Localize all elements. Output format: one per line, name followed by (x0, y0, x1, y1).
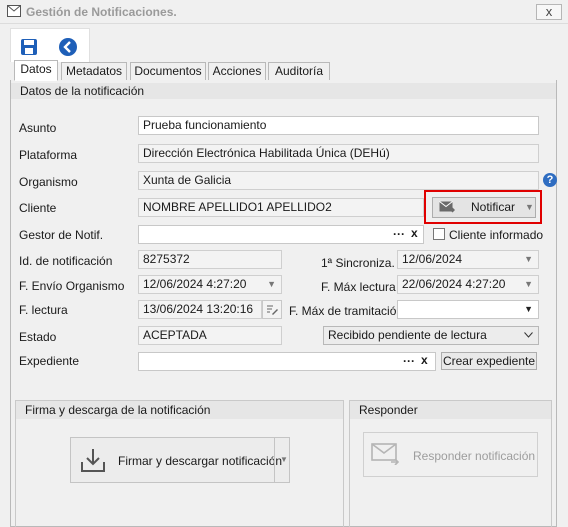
reply-mail-icon (371, 443, 399, 465)
back-icon[interactable] (58, 37, 78, 57)
help-icon[interactable]: ? (543, 173, 557, 187)
lectura-edit-button[interactable] (262, 300, 282, 319)
chevron-down-icon: ▼ (524, 279, 533, 289)
label-lectura: F. lectura (19, 303, 68, 317)
expediente-clear-button[interactable]: x (421, 353, 428, 367)
firma-group-title: Firma y descarga de la notificación (16, 401, 343, 419)
estado-detalle-select[interactable]: Recibido pendiente de lectura (323, 326, 539, 345)
tab-documentos[interactable]: Documentos (130, 62, 206, 81)
section-title: Datos de la notificación (11, 83, 556, 99)
crear-expediente-button[interactable]: Crear expediente (441, 352, 537, 370)
chevron-down-icon[interactable]: ▼ (280, 455, 288, 464)
mail-icon (7, 5, 21, 17)
responder-group-title: Responder (350, 401, 551, 419)
close-button[interactable]: x (536, 4, 562, 20)
envio-value: 12/06/2024 4:27:20 (143, 277, 247, 291)
estado-detalle-value: Recibido pendiente de lectura (328, 328, 487, 342)
toolbar (10, 28, 90, 62)
window-title: Gestión de Notificaciones. (26, 5, 177, 19)
label-asunto: Asunto (19, 121, 57, 135)
chevron-down-icon (524, 332, 533, 338)
tab-auditoria[interactable]: Auditoría (268, 62, 330, 81)
edit-icon (267, 305, 278, 315)
label-id: Id. de notificación (19, 254, 113, 268)
firmar-label: Firmar y descargar notificación (118, 454, 283, 468)
estado-field[interactable]: ACEPTADA (138, 326, 282, 345)
expediente-field[interactable] (138, 352, 436, 371)
gestor-field[interactable] (138, 225, 424, 244)
label-expediente: Expediente (19, 354, 80, 368)
max-tramitacion-field[interactable]: ▼ (397, 300, 539, 319)
title-bar: Gestión de Notificaciones. x (0, 0, 568, 24)
max-lectura-field[interactable]: 22/06/2024 4:27:20 ▼ (397, 275, 539, 294)
chevron-down-icon: ▼ (525, 202, 534, 212)
label-gestor: Gestor de Notif. (19, 228, 104, 242)
send-mail-icon (439, 201, 455, 213)
label-organismo: Organismo (19, 175, 78, 189)
chevron-down-icon: ▼ (524, 254, 533, 264)
organismo-field[interactable]: Xunta de Galicia (138, 171, 539, 190)
envio-field[interactable]: 12/06/2024 4:27:20 ▼ (138, 275, 282, 294)
label-estado: Estado (19, 330, 57, 344)
sincroniza-field[interactable]: 12/06/2024 ▼ (397, 250, 539, 269)
notificar-button[interactable]: Notificar ▼ (432, 197, 536, 218)
label-sincroniza: 1ª Sincroniza. (321, 256, 395, 270)
split-divider (274, 438, 275, 482)
save-icon[interactable] (19, 37, 39, 57)
chevron-down-icon: ▼ (267, 279, 276, 289)
responder-button[interactable]: Responder notificación (363, 432, 538, 477)
id-field[interactable]: 8275372 (138, 250, 282, 269)
download-icon (81, 449, 105, 472)
firmar-button[interactable]: Firmar y descargar notificación ▼ (70, 437, 290, 483)
label-cliente: Cliente (19, 201, 57, 215)
asunto-field[interactable]: Prueba funcionamiento (138, 116, 539, 135)
cliente-informado-label: Cliente informado (449, 228, 544, 242)
chevron-down-icon: ▼ (524, 304, 533, 314)
cliente-field[interactable]: NOMBRE APELLIDO1 APELLIDO2 (138, 198, 424, 217)
lectura-field[interactable]: 13/06/2024 13:20:16 (138, 300, 262, 319)
label-max-tramitacion: F. Máx de tramitación (289, 304, 404, 318)
notificar-label: Notificar (471, 200, 516, 214)
responder-label: Responder notificación (413, 449, 536, 463)
plataforma-field[interactable]: Dirección Electrónica Habilitada Única (… (138, 144, 539, 163)
label-plataforma: Plataforma (19, 148, 78, 162)
label-envio: F. Envío Organismo (19, 279, 125, 293)
label-max-lectura: F. Máx lectura (321, 280, 396, 294)
gestor-browse-button[interactable]: ··· (393, 227, 405, 241)
tab-datos[interactable]: Datos (14, 60, 58, 81)
gestor-clear-button[interactable]: x (411, 226, 418, 240)
tab-metadatos[interactable]: Metadatos (61, 62, 127, 81)
max-lectura-value: 22/06/2024 4:27:20 (402, 277, 506, 291)
expediente-browse-button[interactable]: ··· (403, 354, 415, 368)
cliente-informado-checkbox[interactable] (433, 228, 445, 240)
tab-acciones[interactable]: Acciones (208, 62, 266, 81)
sincroniza-value: 12/06/2024 (402, 252, 463, 266)
